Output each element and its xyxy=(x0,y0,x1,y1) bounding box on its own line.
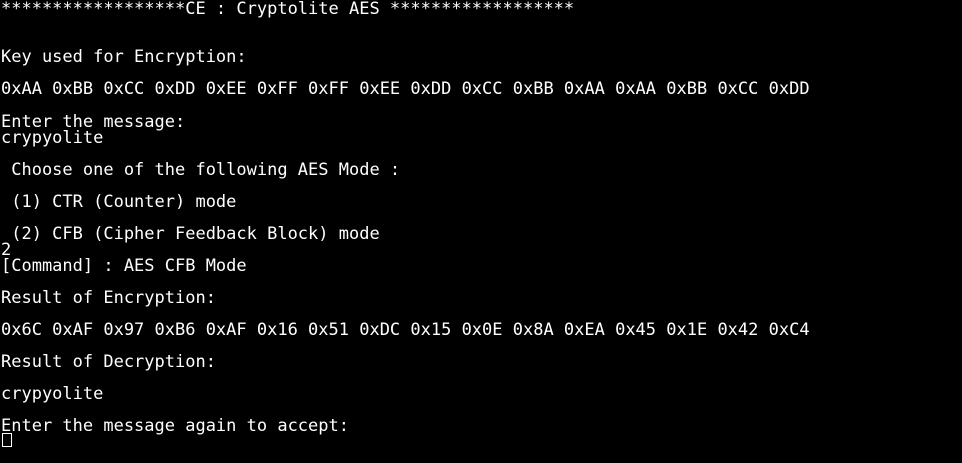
title-banner: ******************CE : Cryptolite AES **… xyxy=(1,0,575,19)
terminal-window[interactable]: ******************CE : Cryptolite AES **… xyxy=(0,0,962,463)
encryption-result-value: 0x6C 0xAF 0x97 0xB6 0xAF 0x16 0x51 0xDC … xyxy=(1,320,810,340)
mode-option-cfb: (2) CFB (Cipher Feedback Block) mode xyxy=(1,224,380,244)
choose-mode-prompt: Choose one of the following AES Mode : xyxy=(1,160,401,180)
key-label: Key used for Encryption: xyxy=(1,47,247,67)
decryption-result-value: crypyolite xyxy=(1,384,104,404)
command-line: [Command] : AES CFB Mode xyxy=(1,256,247,276)
enter-again-prompt: Enter the message again to accept: xyxy=(1,416,349,436)
decryption-result-label: Result of Decryption: xyxy=(1,352,216,372)
mode-option-ctr: (1) CTR (Counter) mode xyxy=(1,192,237,212)
text-cursor[interactable] xyxy=(2,433,12,447)
encryption-result-label: Result of Encryption: xyxy=(1,288,216,308)
key-value: 0xAA 0xBB 0xCC 0xDD 0xEE 0xFF 0xFF 0xEE … xyxy=(1,79,810,99)
entered-message: crypyolite xyxy=(1,128,104,148)
